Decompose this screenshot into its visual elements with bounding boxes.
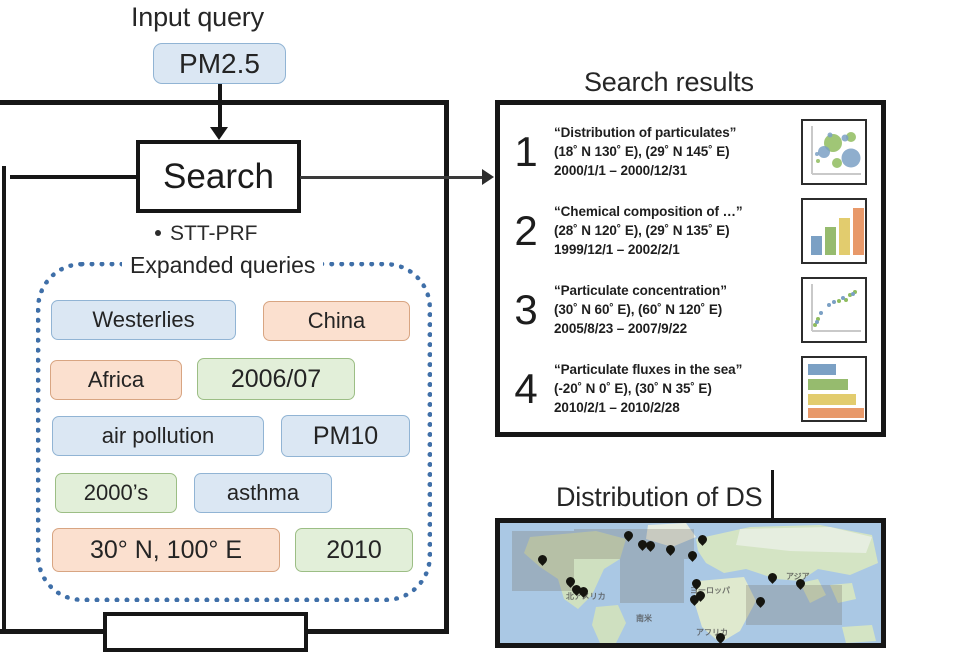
expanded-query-chip[interactable]: Africa bbox=[50, 360, 182, 400]
expanded-query-chip[interactable]: Westerlies bbox=[51, 300, 236, 340]
expanded-query-label: Africa bbox=[87, 367, 145, 392]
expanded-queries-list: Westerlies China Africa 2006/07 air poll… bbox=[0, 0, 460, 620]
result-coords: (18˚ N 130˚ E), (29˚ N 145˚ E) bbox=[554, 143, 730, 159]
expanded-query-label: 30° N, 100° E bbox=[89, 535, 243, 564]
search-result-row[interactable]: 4 “Particulate fluxes in the sea” (-20˚ … bbox=[500, 349, 881, 428]
search-result-row[interactable]: 2 “Chemical composition of …” (28˚ N 120… bbox=[500, 191, 881, 270]
search-to-results-arrowhead bbox=[482, 169, 494, 185]
map-haze-overlay bbox=[574, 529, 694, 559]
result-period: 2000/1/1 – 2000/12/31 bbox=[554, 163, 688, 179]
expanded-query-chip[interactable]: China bbox=[263, 301, 410, 341]
result-rank: 3 bbox=[514, 285, 538, 333]
distribution-map-panel[interactable]: 北アメリカ ヨーロッパ アジア アフリカ 南米 bbox=[495, 518, 886, 648]
distribution-pointer-line bbox=[771, 470, 774, 520]
result-period: 2010/2/1 – 2010/2/28 bbox=[554, 400, 680, 416]
search-results-heading: Search results bbox=[584, 67, 754, 97]
result-text: “Distribution of particulates” (18˚ N 13… bbox=[552, 123, 801, 180]
result-text: “Particulate fluxes in the sea” (-20˚ N … bbox=[552, 360, 801, 417]
result-title: “Distribution of particulates” bbox=[554, 124, 737, 140]
expanded-query-label: asthma bbox=[226, 480, 300, 505]
result-period: 1999/12/1 – 2002/2/1 bbox=[554, 242, 680, 258]
bubble-chart-icon bbox=[801, 118, 867, 185]
expanded-query-chip[interactable]: PM10 bbox=[281, 415, 410, 457]
result-rank: 4 bbox=[514, 364, 538, 412]
result-rank: 2 bbox=[514, 206, 538, 254]
result-title: “Chemical composition of …” bbox=[554, 203, 743, 219]
expanded-query-label: 2010 bbox=[326, 535, 382, 564]
search-results-panel: 1 “Distribution of particulates” (18˚ N … bbox=[495, 100, 886, 437]
expanded-query-label: PM10 bbox=[312, 421, 379, 450]
expanded-query-label: China bbox=[307, 308, 366, 333]
distribution-heading: Distribution of DS bbox=[556, 482, 763, 512]
expanded-query-chip[interactable]: 2000’s bbox=[55, 473, 177, 513]
expanded-query-label: 2000’s bbox=[83, 480, 149, 505]
expanded-query-chip[interactable]: asthma bbox=[194, 473, 332, 513]
search-result-row[interactable]: 3 “Particulate concentration” (30˚ N 60˚… bbox=[500, 270, 881, 349]
expanded-query-label: Westerlies bbox=[92, 307, 195, 332]
expanded-query-label: 2006/07 bbox=[230, 364, 322, 393]
expanded-query-label: air pollution bbox=[101, 423, 215, 448]
expanded-query-chip[interactable]: air pollution bbox=[52, 416, 264, 456]
result-period: 2005/8/23 – 2007/9/22 bbox=[554, 321, 688, 337]
map-region-label: 南米 bbox=[636, 614, 652, 623]
expanded-query-chip[interactable]: 2010 bbox=[295, 528, 413, 572]
result-coords: (-20˚ N 0˚ E), (30˚ N 35˚ E) bbox=[554, 380, 712, 396]
result-title: “Particulate concentration” bbox=[554, 282, 727, 298]
result-coords: (28˚ N 120˚ E), (29˚ N 135˚ E) bbox=[554, 222, 730, 238]
expanded-query-chip[interactable]: 30° N, 100° E bbox=[52, 528, 280, 572]
expanded-query-chip[interactable]: 2006/07 bbox=[197, 358, 355, 400]
result-rank: 1 bbox=[514, 127, 538, 175]
bottom-process-box bbox=[103, 612, 308, 652]
scatter-chart-icon bbox=[801, 276, 867, 343]
result-coords: (30˚ N 60˚ E), (60˚ N 120˚ E) bbox=[554, 301, 723, 317]
result-text: “Chemical composition of …” (28˚ N 120˚ … bbox=[552, 202, 801, 259]
map-haze-overlay bbox=[620, 559, 684, 603]
search-result-row[interactable]: 1 “Distribution of particulates” (18˚ N … bbox=[500, 112, 881, 191]
result-text: “Particulate concentration” (30˚ N 60˚ E… bbox=[552, 281, 801, 338]
bar-chart-icon bbox=[801, 197, 867, 264]
hbar-chart-icon bbox=[801, 355, 867, 422]
result-title: “Particulate fluxes in the sea” bbox=[554, 361, 743, 377]
